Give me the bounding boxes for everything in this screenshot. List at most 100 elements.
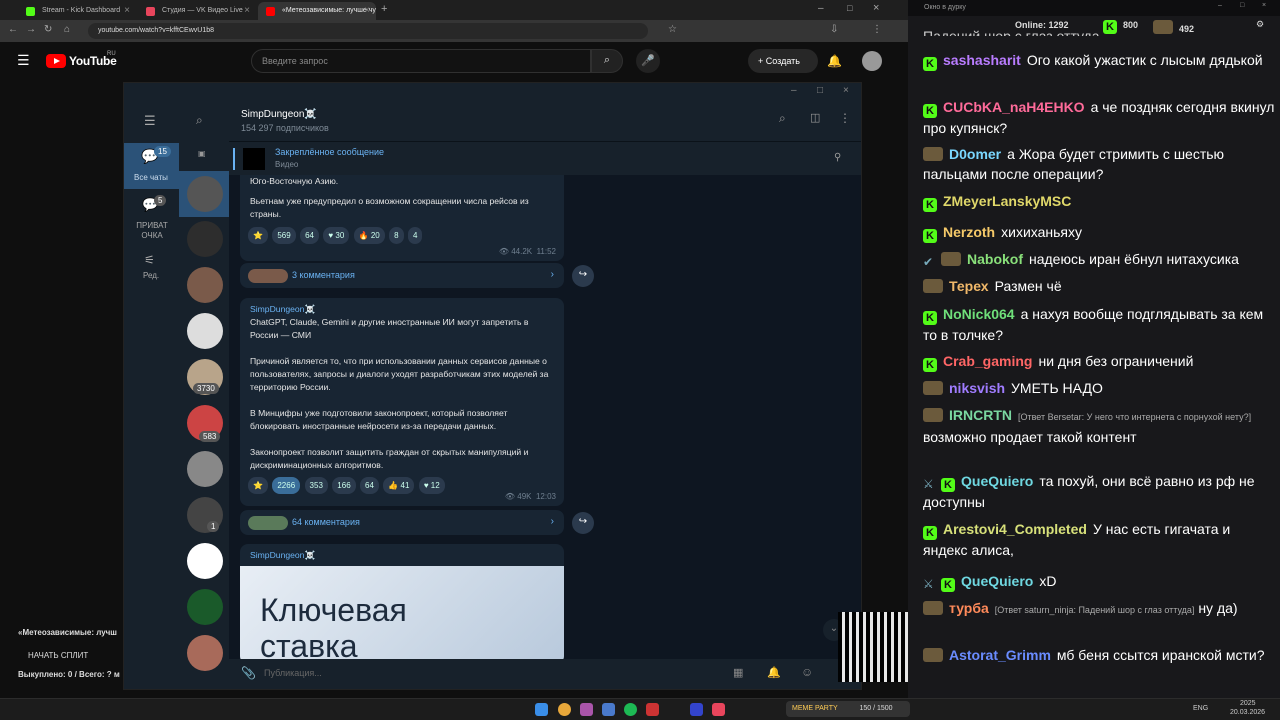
download-icon[interactable]: ⇩ [830, 24, 838, 35]
chat-username[interactable]: Arestovi4_Completed [943, 521, 1087, 537]
close-icon[interactable]: × [1262, 2, 1266, 9]
close-icon[interactable]: × [843, 85, 849, 96]
app-icon[interactable] [580, 703, 593, 716]
reaction-chip[interactable]: 4 [408, 227, 423, 244]
comments-link[interactable]: 64 комментария [292, 517, 360, 527]
archive-icon[interactable]: ▣ [198, 149, 206, 158]
chat-username[interactable]: Nabokof [967, 251, 1023, 267]
reaction-chip[interactable]: 166 [332, 477, 356, 494]
clock-time[interactable]: 2025 [1240, 700, 1256, 707]
close-window-icon[interactable]: × [873, 2, 879, 14]
windows-start-icon[interactable] [535, 703, 548, 716]
reaction-chip[interactable]: ♥ 12 [418, 477, 445, 494]
chat-username[interactable]: IRNCRTN [949, 407, 1012, 423]
menu-dots-icon[interactable]: ⋮ [872, 24, 882, 35]
channel-post[interactable]: Юго-Восточную Азию. Вьетнам уже предупре… [240, 175, 564, 261]
calendar-icon[interactable]: ▦ [733, 666, 743, 679]
share-icon[interactable]: ↪ [572, 512, 594, 534]
channel-post[interactable]: SimpDungeon☠️ ChatGPT, Claude, Gemini и … [240, 298, 564, 506]
reaction-chip[interactable]: 353 [304, 477, 328, 494]
minimize-icon[interactable]: – [818, 3, 824, 14]
app-icon[interactable] [646, 703, 659, 716]
pin-list-icon[interactable]: ⚲ [834, 152, 841, 163]
avatar[interactable] [187, 221, 223, 257]
chat-username[interactable]: sashasharit [943, 52, 1021, 68]
sidebar-toggle-icon[interactable]: ◫ [810, 111, 820, 124]
maximize-icon[interactable]: □ [1240, 2, 1244, 9]
chat-username[interactable]: CUCbKA_naH4EHKO [943, 99, 1085, 115]
channel-header[interactable]: SimpDungeon☠️ 154 297 подписчиков ⌕ ◫ ⋮ [229, 101, 861, 141]
menu-icon[interactable]: ☰ [144, 113, 156, 129]
post-author[interactable]: SimpDungeon☠️ [240, 544, 564, 562]
chat-username[interactable]: QueQuiero [961, 473, 1033, 489]
chat-username[interactable]: NoNick064 [943, 306, 1015, 322]
chat-username[interactable]: ZMeyerLanskyMSC [943, 193, 1071, 209]
telegram-icon[interactable] [690, 703, 703, 716]
new-tab-icon[interactable]: + [381, 3, 387, 15]
comments-bar[interactable]: 64 комментария › [240, 509, 564, 535]
channel-name[interactable]: SimpDungeon☠️ [241, 109, 317, 120]
avatar[interactable] [187, 589, 223, 625]
chat-username[interactable]: Nerzoth [943, 224, 995, 240]
composer-input[interactable]: Публикация... [264, 668, 322, 678]
chat-username[interactable]: niksvish [949, 380, 1005, 396]
more-vertical-icon[interactable]: ⋮ [839, 111, 851, 125]
avatar[interactable] [187, 313, 223, 349]
chat-username[interactable]: турба [949, 600, 989, 616]
post-author[interactable]: SimpDungeon☠️ [240, 298, 564, 316]
post-image[interactable]: Ключевая ставка [240, 566, 564, 664]
folder-all-chats[interactable]: 💬 15 Все чаты [124, 143, 179, 189]
reaction-chip[interactable]: 🔥 20 [353, 227, 385, 244]
create-button[interactable]: + Создать [748, 49, 818, 73]
comments-bar[interactable]: 3 комментария › [240, 262, 564, 288]
chat-username[interactable]: Astorat_Grimm [949, 647, 1051, 663]
avatar[interactable] [187, 543, 223, 579]
youtube-logo-icon[interactable] [46, 54, 66, 68]
share-icon[interactable]: ↪ [572, 265, 594, 287]
tab-kick-dashboard[interactable]: Stream - Kick Dashboard × [18, 2, 136, 20]
reaction-chip[interactable]: 2266 [272, 477, 301, 494]
chat-username[interactable]: D0omer [949, 146, 1001, 162]
attach-icon[interactable]: 📎 [241, 666, 256, 680]
channel-post[interactable]: SimpDungeon☠️ Ключевая ставка [240, 544, 564, 664]
reaction-chip[interactable]: ♥ 30 [323, 227, 350, 244]
chrome-icon[interactable] [558, 703, 571, 716]
minimize-icon[interactable]: – [791, 85, 797, 96]
close-tab-icon[interactable]: × [244, 5, 250, 16]
start-split-button[interactable]: НАЧАТЬ СПЛИТ [28, 651, 120, 660]
avatar[interactable] [862, 51, 882, 71]
url-field[interactable]: youtube.com/watch?v=kfftCEwvU1b8 [88, 23, 648, 39]
pinned-message-bar[interactable]: Закреплённое сообщение Видео ⚲ [229, 141, 861, 175]
maximize-icon[interactable]: □ [817, 85, 823, 96]
avatar[interactable] [187, 267, 223, 303]
clock-date[interactable]: 20.03.2026 [1230, 709, 1265, 716]
avatar[interactable] [187, 451, 223, 487]
reaction-chip[interactable]: 64 [300, 227, 320, 244]
hamburger-menu-icon[interactable]: ☰ [17, 52, 30, 69]
youtube-search-input[interactable]: Введите запрос [251, 49, 591, 73]
notifications-bell-icon[interactable]: 🔔 [827, 54, 842, 68]
search-icon[interactable]: ⌕ [196, 113, 203, 128]
folder-private[interactable]: 💬 5 ПРИВАТ ОЧКА [124, 193, 179, 240]
meme-party-widget[interactable]: MEME PARTY 150 / 1500 [786, 701, 910, 717]
reaction-chip[interactable]: ⭐ [248, 227, 268, 244]
reaction-chip[interactable]: 👍 41 [383, 477, 415, 494]
app-icon[interactable] [602, 703, 615, 716]
app-icon[interactable] [712, 703, 725, 716]
avatar[interactable] [187, 176, 223, 212]
microphone-icon[interactable]: 🎤 [636, 49, 660, 73]
chat-username[interactable]: Crab_gaming [943, 353, 1032, 369]
back-icon[interactable]: ← [8, 24, 18, 35]
spotify-icon[interactable] [624, 703, 637, 716]
chat-username[interactable]: Терех [949, 278, 989, 294]
chat-username[interactable]: QueQuiero [961, 573, 1033, 589]
bell-icon[interactable]: 🔔 [767, 666, 781, 679]
maximize-icon[interactable]: □ [847, 3, 852, 13]
comments-link[interactable]: 3 комментария [292, 270, 355, 280]
reaction-chip[interactable]: 8 [389, 227, 404, 244]
search-icon[interactable]: ⌕ [779, 111, 786, 126]
minimize-icon[interactable]: – [1218, 2, 1222, 9]
reaction-chip[interactable]: 569 [272, 227, 296, 244]
reload-icon[interactable]: ↻ [44, 24, 52, 35]
reaction-chip[interactable]: 64 [360, 477, 379, 494]
